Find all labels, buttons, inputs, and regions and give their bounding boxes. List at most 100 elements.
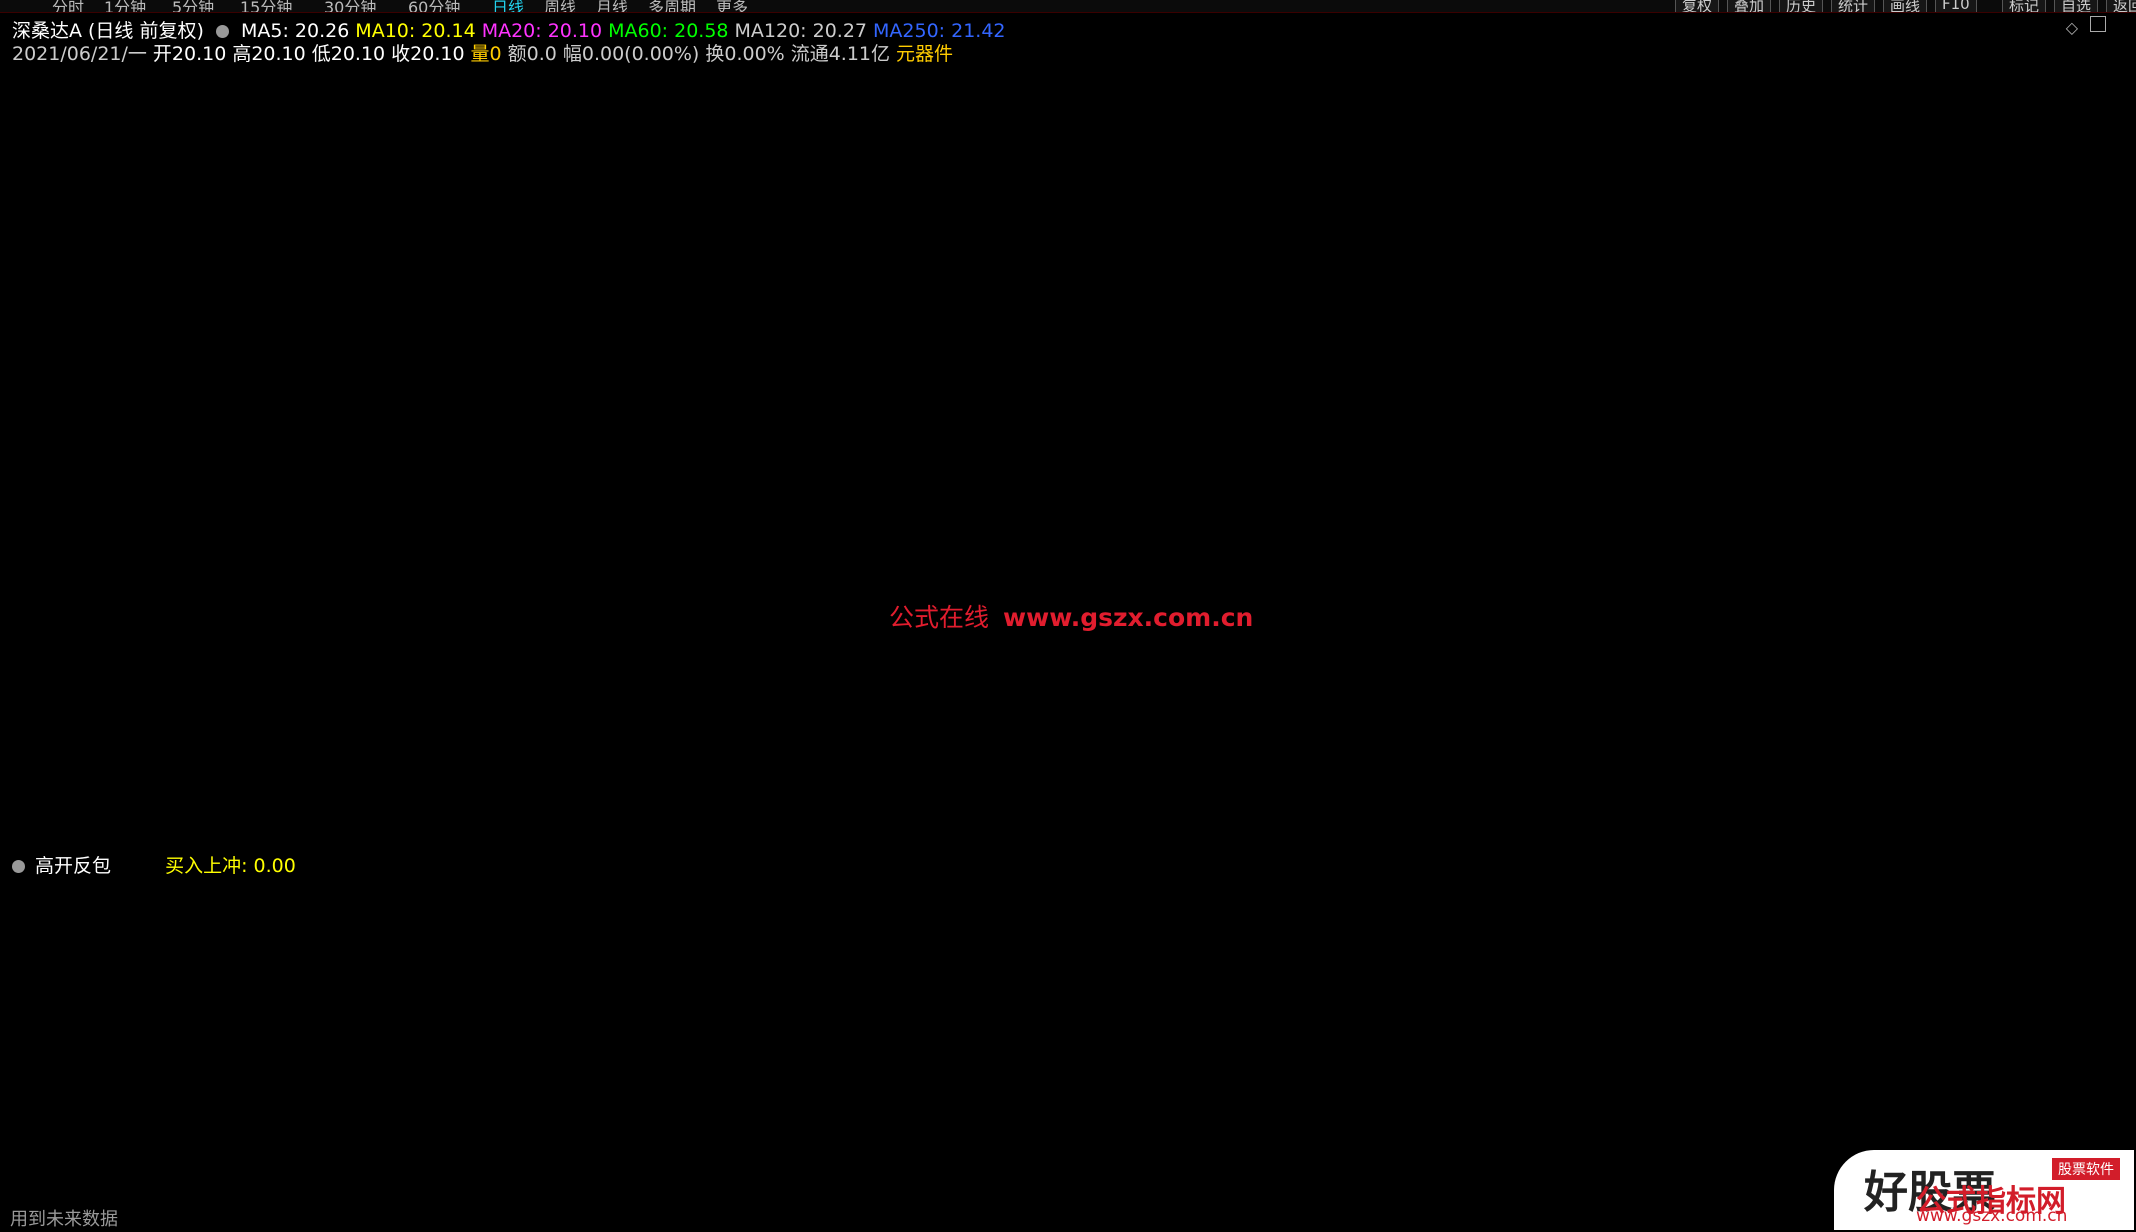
candle-body-138 bbox=[1892, 578, 1903, 590]
info-field-10: 元器件 bbox=[896, 43, 954, 65]
header-line2: 2021/06/21/一 开20.10 高20.10 低20.10 收20.10 量0 额0… bbox=[12, 39, 959, 66]
candle-body-114 bbox=[1564, 642, 1575, 671]
candle-body-100 bbox=[1373, 506, 1384, 526]
event-marker-1: 财 bbox=[1465, 827, 1481, 846]
window-icon[interactable] bbox=[2090, 16, 2106, 32]
diamond-icon[interactable]: ◇ bbox=[2066, 18, 2078, 37]
site-logo: 好股票 股票软件 公式指标网 www.gszx.com.cn bbox=[1834, 1150, 2134, 1230]
tab-8[interactable]: 月线 bbox=[596, 0, 628, 12]
info-field-8: 换0.00% bbox=[705, 43, 785, 65]
ma-line-MA250 bbox=[1624, 460, 2136, 481]
candle-body-51 bbox=[705, 688, 715, 698]
candle-body-17 bbox=[241, 678, 251, 689]
candle-body-123 bbox=[1688, 588, 1697, 607]
candle-body-38 bbox=[528, 679, 537, 707]
candle-body-126 bbox=[1729, 570, 1738, 589]
y-tick-price-1: 24.01 bbox=[2076, 207, 2125, 227]
candle-body-129 bbox=[1769, 578, 1780, 590]
y-tick-price-6: 17.18 bbox=[2076, 826, 2125, 846]
candle-body-90 bbox=[1237, 370, 1247, 444]
candle-body-39 bbox=[541, 706, 551, 725]
candle-body-121 bbox=[1660, 570, 1670, 598]
candle-body-53 bbox=[732, 596, 743, 644]
info-field-1: 开20.10 bbox=[152, 43, 227, 65]
candle-body-23 bbox=[323, 579, 333, 616]
event-marker-0: 传榜 bbox=[774, 827, 806, 846]
candle-body-9 bbox=[131, 605, 142, 635]
toolbar-button-7[interactable]: 自选 bbox=[2054, 0, 2099, 12]
ma-line-MA5 bbox=[13, 277, 2136, 726]
candle-body-125 bbox=[1714, 569, 1725, 590]
tab-0[interactable]: 分时 bbox=[52, 0, 84, 12]
candle-body-52 bbox=[718, 624, 729, 698]
candle-body-139 bbox=[1905, 569, 1916, 581]
candle-body-78 bbox=[1074, 398, 1083, 435]
toolbar-button-5[interactable]: F10 bbox=[1935, 0, 1977, 12]
toolbar-button-6[interactable]: 标记 bbox=[2002, 0, 2047, 12]
candle-body-83 bbox=[1141, 361, 1152, 417]
price-annotation-0: 25.62 bbox=[802, 65, 851, 85]
candle-body-94 bbox=[1292, 515, 1301, 526]
watermark: 公式在线 www.gszx.com.cn bbox=[889, 598, 1253, 634]
toolbar-button-2[interactable]: 历史 bbox=[1779, 0, 1824, 12]
candle-body-97 bbox=[1333, 515, 1342, 526]
candle-body-67 bbox=[923, 370, 934, 399]
ind-y-tick-3: 30.00 bbox=[2076, 1053, 2125, 1073]
info-field-5: 量0 bbox=[470, 43, 502, 65]
tab-9[interactable]: 多周期 bbox=[648, 0, 696, 12]
toolbar-button-0[interactable]: 复权 bbox=[1675, 0, 1720, 12]
candle-body-112 bbox=[1538, 642, 1547, 652]
tab-5[interactable]: 60分钟 bbox=[408, 0, 460, 12]
candle-body-44 bbox=[609, 669, 620, 707]
candle-body-104 bbox=[1428, 506, 1439, 517]
candle-body-37 bbox=[514, 615, 524, 680]
buy-signal-icon bbox=[768, 886, 789, 907]
candle-body-49 bbox=[677, 696, 688, 717]
candle-body-69 bbox=[950, 379, 961, 445]
event-marker-2: 涨 bbox=[1602, 827, 1618, 846]
toolbar-button-4[interactable]: 画线 bbox=[1883, 0, 1928, 12]
candle-body-54 bbox=[745, 460, 756, 599]
candle-body-34 bbox=[473, 669, 483, 680]
candle-body-56 bbox=[773, 253, 783, 326]
candle-body-57 bbox=[786, 89, 797, 291]
price-annotation-1: ←17.35 bbox=[679, 819, 742, 839]
candle-body-41 bbox=[568, 642, 579, 680]
candle-body-91 bbox=[1251, 443, 1261, 507]
tab-7[interactable]: 周线 bbox=[544, 0, 576, 12]
candle-body-31 bbox=[432, 633, 442, 652]
candle-body-66 bbox=[909, 388, 920, 472]
tab-10[interactable]: 更多 bbox=[716, 0, 748, 12]
tab-6[interactable]: 日线 bbox=[492, 0, 524, 12]
toolbar-button-3[interactable]: 统计 bbox=[1831, 0, 1876, 12]
candle-body-141 bbox=[1933, 560, 1944, 608]
candle-body-26 bbox=[363, 596, 374, 635]
candle-body-146 bbox=[2002, 561, 2011, 571]
toolbar-button-8[interactable]: 返回 bbox=[2106, 0, 2136, 12]
candle-body-75 bbox=[1033, 379, 1042, 390]
tab-4[interactable]: 30分钟 bbox=[324, 0, 376, 12]
y-tick-price-0: 25.62 bbox=[2076, 61, 2125, 81]
candle-body-136 bbox=[1865, 588, 1875, 598]
candle-body-110 bbox=[1510, 614, 1521, 662]
candle-body-2 bbox=[37, 470, 46, 516]
candle-body-32 bbox=[446, 651, 455, 671]
candle-body-59 bbox=[814, 334, 824, 453]
candle-body-111 bbox=[1524, 615, 1533, 643]
ma-line-MA10 bbox=[13, 369, 2136, 708]
candle-body-96 bbox=[1319, 515, 1329, 544]
eye-icon-2[interactable] bbox=[12, 860, 25, 873]
eye-icon[interactable] bbox=[215, 25, 229, 38]
candle-body-82 bbox=[1128, 398, 1138, 417]
candle-body-98 bbox=[1346, 506, 1357, 526]
ma-line-MA120 bbox=[14, 379, 2136, 554]
toolbar-button-1[interactable]: 叠加 bbox=[1727, 0, 1772, 12]
tab-3[interactable]: 15分钟 bbox=[240, 0, 292, 12]
candle-body-0 bbox=[9, 478, 19, 490]
tab-1[interactable]: 1分钟 bbox=[104, 0, 146, 12]
candle-body-81 bbox=[1114, 388, 1125, 427]
candle-body-107 bbox=[1469, 570, 1479, 598]
tab-2[interactable]: 5分钟 bbox=[172, 0, 214, 12]
y-tick-price-3: 21.31 bbox=[2076, 452, 2125, 472]
period-toolbar: 分时 1分钟 5分钟 15分钟 30分钟 60分钟 日线 周线 月线 多周期 更多 复权 叠加 历史 统计画… bbox=[0, 0, 2136, 13]
